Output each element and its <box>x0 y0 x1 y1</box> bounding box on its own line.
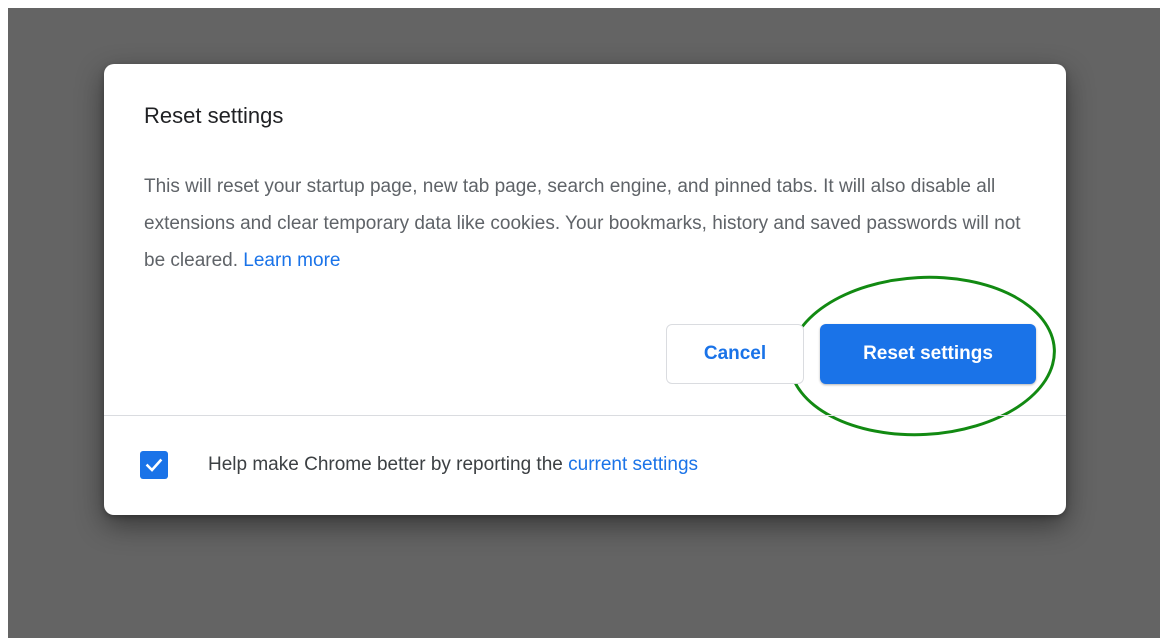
dialog-button-row: Cancel Reset settings <box>104 324 1066 386</box>
report-settings-checkbox[interactable] <box>140 451 168 479</box>
cancel-button[interactable]: Cancel <box>666 324 804 384</box>
reset-settings-button[interactable]: Reset settings <box>820 324 1036 384</box>
check-icon <box>145 458 163 472</box>
dialog-description: This will reset your startup page, new t… <box>144 168 1029 279</box>
reset-settings-dialog: Reset settings This will reset your star… <box>104 64 1066 515</box>
dialog-footer: Help make Chrome better by reporting the… <box>104 416 1066 515</box>
report-settings-text: Help make Chrome better by reporting the <box>208 454 569 475</box>
report-settings-label: Help make Chrome better by reporting the… <box>208 452 698 478</box>
dialog-title: Reset settings <box>144 103 284 128</box>
learn-more-link[interactable]: Learn more <box>243 250 340 271</box>
current-settings-link[interactable]: current settings <box>568 454 698 475</box>
